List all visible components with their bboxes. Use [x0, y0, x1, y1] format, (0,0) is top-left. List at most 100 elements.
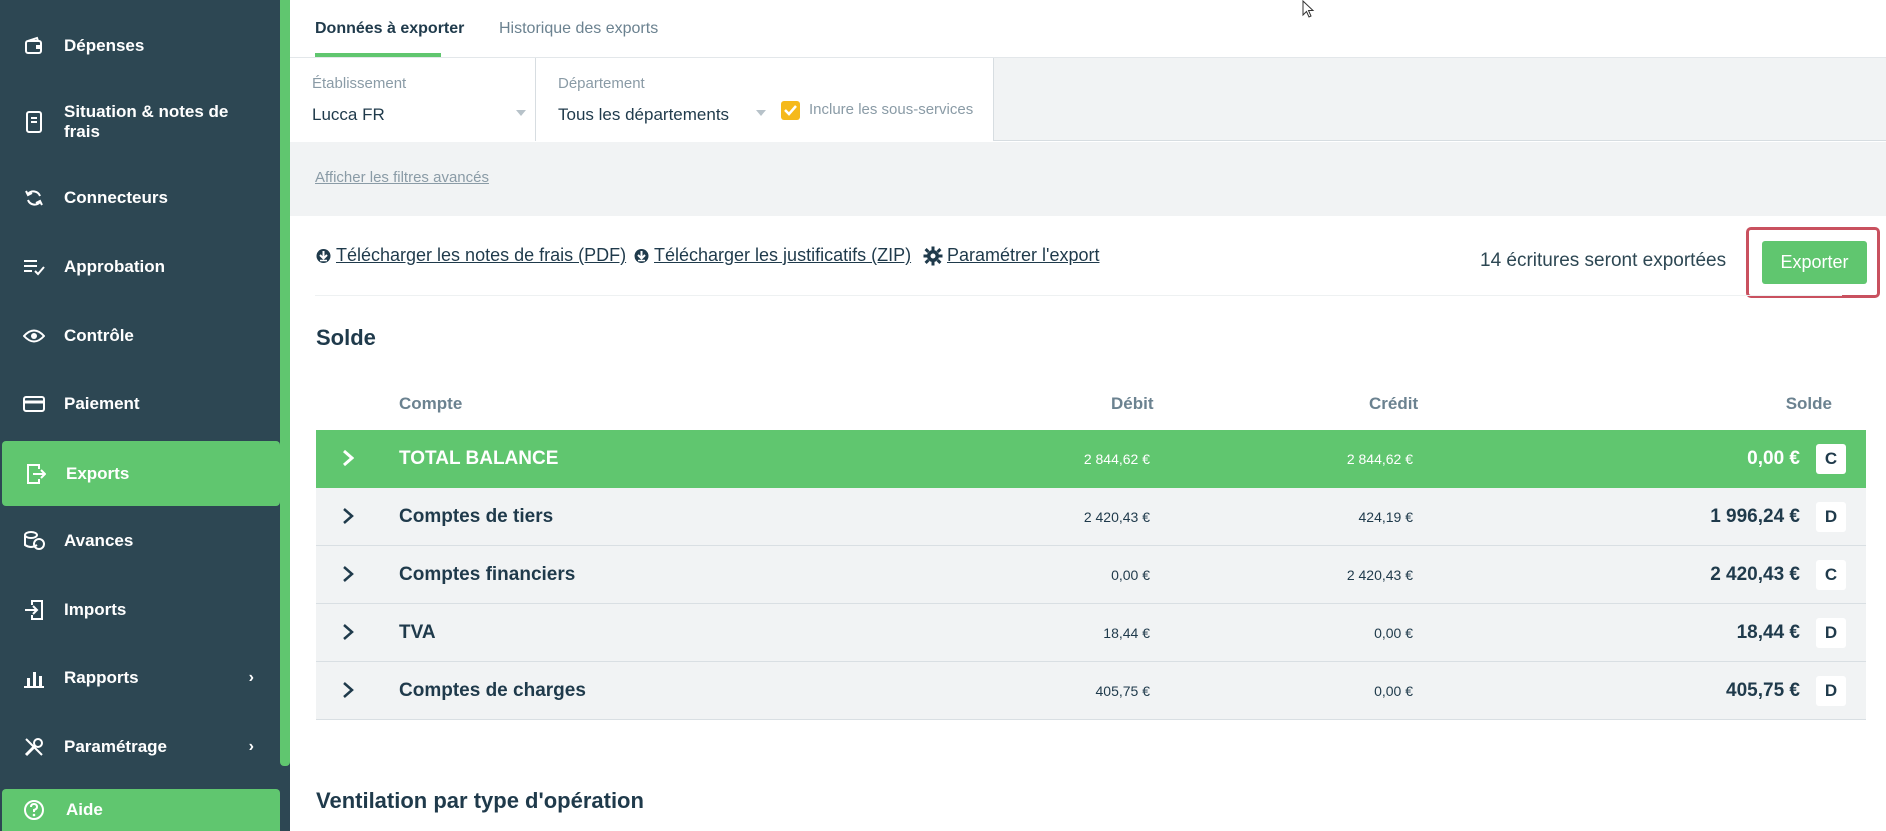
table-row[interactable]: Comptes financiers 0,00 € 2 420,43 € 2 4…	[316, 546, 1866, 604]
coins-icon	[22, 529, 46, 553]
row-credit: 0,00 €	[1374, 625, 1413, 641]
row-account: Comptes de tiers	[399, 506, 554, 527]
chevron-right-icon[interactable]	[338, 502, 358, 530]
sidebar-item-avances[interactable]: Avances	[0, 510, 280, 572]
chevron-right-icon: ›	[248, 738, 254, 755]
download-pdf-link[interactable]: Télécharger les notes de frais (PDF)	[315, 245, 626, 266]
export-button[interactable]: Exporter	[1762, 241, 1867, 284]
sync-icon	[22, 186, 46, 210]
mouse-cursor-icon	[1302, 0, 1315, 18]
row-account: Comptes financiers	[399, 564, 576, 585]
sidebar-item-label: Imports	[64, 600, 127, 619]
configure-export-link[interactable]: Paramétrer l'export	[923, 245, 1100, 266]
row-balance: 18,44 €	[1736, 622, 1800, 643]
sidebar-item-controle[interactable]: Contrôle	[0, 305, 280, 367]
sidebar-item-depenses[interactable]: Dépenses	[0, 15, 280, 77]
tab-donnees-a-exporter[interactable]: Données à exporter	[315, 20, 464, 38]
table-row-total[interactable]: TOTAL BALANCE 2 844,62 € 2 844,62 € 0,00…	[316, 430, 1866, 488]
advanced-filters-link[interactable]: Afficher les filtres avancés	[315, 169, 489, 186]
import-icon	[22, 598, 46, 622]
help-label: Aide	[66, 800, 103, 819]
chevron-right-icon[interactable]	[338, 560, 358, 588]
column-header-balance: Solde	[1785, 394, 1832, 413]
export-icon	[24, 462, 48, 486]
column-header-credit: Crédit	[1369, 394, 1419, 413]
help-icon	[22, 798, 46, 822]
download-icon	[634, 249, 649, 263]
active-tab-indicator	[315, 53, 441, 57]
credit-card-icon	[22, 392, 46, 416]
sidebar-item-paiement[interactable]: Paiement	[0, 373, 280, 435]
table-row[interactable]: TVA 18,44 € 0,00 € 18,44 € D	[316, 604, 1866, 662]
main-content: Données à exporter Historique des export…	[290, 0, 1886, 831]
balance-side-badge: C	[1816, 444, 1846, 474]
advanced-filters-band	[290, 142, 1886, 216]
download-pdf-label: Télécharger les notes de frais (PDF)	[336, 245, 627, 265]
sidebar-item-label: Situation & notes de frais	[64, 102, 229, 141]
wallet-icon	[22, 34, 46, 58]
row-credit: 0,00 €	[1374, 683, 1413, 699]
sidebar-item-situation[interactable]: Situation & notes de frais	[0, 91, 280, 153]
entries-count: 14 écritures seront exportées	[1480, 250, 1727, 271]
sidebar-item-label: Avances	[64, 531, 134, 550]
download-zip-label: Télécharger les justificatifs (ZIP)	[654, 245, 912, 265]
tab-bar: Données à exporter Historique des export…	[290, 0, 1886, 58]
chevron-right-icon: ›	[248, 669, 254, 686]
row-credit: 2 844,62 €	[1346, 451, 1413, 467]
row-account: TVA	[399, 622, 436, 643]
balance-side-badge: C	[1816, 560, 1846, 590]
check-icon	[784, 105, 797, 116]
receipt-icon	[22, 110, 46, 134]
caret-down-icon	[756, 110, 766, 116]
establishment-select[interactable]: Établissement Lucca FR	[290, 58, 536, 141]
include-subservices-checkbox[interactable]	[781, 101, 800, 120]
balance-section-title: Solde	[316, 325, 376, 350]
sidebar: Dépenses Situation & notes de frais Conn…	[0, 0, 290, 831]
sidebar-item-label: Contrôle	[64, 326, 134, 345]
sidebar-item-connecteurs[interactable]: Connecteurs	[0, 167, 280, 229]
department-select[interactable]: Département Tous les départements Inclur…	[536, 58, 994, 141]
sidebar-item-imports[interactable]: Imports	[0, 579, 280, 641]
include-subservices-label: Inclure les sous-services	[809, 101, 974, 118]
sidebar-item-label: Connecteurs	[64, 188, 168, 207]
row-credit: 424,19 €	[1358, 509, 1414, 525]
establishment-value: Lucca FR	[312, 105, 385, 124]
tab-historique-des-exports[interactable]: Historique des exports	[499, 20, 658, 38]
balance-side-badge: D	[1816, 676, 1846, 706]
department-value: Tous les départements	[558, 105, 730, 124]
gear-icon	[923, 246, 943, 265]
checklist-icon	[22, 255, 46, 279]
breakdown-section-title: Ventilation par type d'opération	[316, 788, 644, 813]
chevron-right-icon[interactable]	[338, 618, 358, 646]
department-label: Département	[558, 75, 645, 92]
table-row[interactable]: Comptes de charges 405,75 € 0,00 € 405,7…	[316, 662, 1866, 720]
row-balance: 1 996,24 €	[1710, 506, 1800, 527]
row-debit: 0,00 €	[1111, 567, 1150, 583]
eye-icon	[22, 324, 46, 348]
row-debit: 2 420,43 €	[1083, 509, 1150, 525]
tools-icon	[22, 735, 46, 759]
sidebar-item-label: Approbation	[64, 257, 166, 276]
sidebar-active-rail	[280, 0, 290, 766]
chevron-right-icon[interactable]	[338, 676, 358, 704]
sidebar-item-parametrage[interactable]: Paramétrage ›	[0, 716, 280, 778]
sidebar-item-rapports[interactable]: Rapports ›	[0, 647, 280, 709]
sidebar-item-label: Exports	[66, 463, 130, 483]
table-row[interactable]: Comptes de tiers 2 420,43 € 424,19 € 1 9…	[316, 488, 1866, 546]
table-header: Compte Débit Crédit Solde	[316, 385, 1866, 430]
configure-export-label: Paramétrer l'export	[947, 245, 1100, 265]
row-debit: 405,75 €	[1095, 683, 1151, 699]
sidebar-item-exports[interactable]: Exports	[2, 441, 280, 506]
establishment-label: Établissement	[312, 75, 407, 92]
help-button[interactable]: Aide	[2, 789, 280, 831]
download-icon	[316, 249, 331, 263]
sidebar-item-label: Paramétrage	[64, 737, 168, 756]
sidebar-item-approbation[interactable]: Approbation	[0, 236, 280, 298]
filters-bar: Établissement Lucca FR Département Tous …	[290, 58, 1886, 141]
row-balance: 0,00 €	[1747, 448, 1800, 469]
download-zip-link[interactable]: Télécharger les justificatifs (ZIP)	[633, 245, 911, 266]
sidebar-item-label: Dépenses	[64, 36, 145, 55]
row-credit: 2 420,43 €	[1346, 567, 1413, 583]
divider	[315, 295, 1842, 296]
chevron-right-icon[interactable]	[338, 444, 358, 472]
